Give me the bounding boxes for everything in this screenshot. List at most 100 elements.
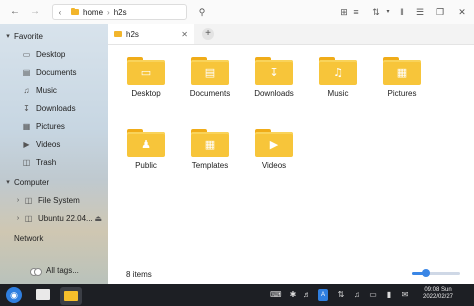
music-icon: ♫: [23, 85, 30, 95]
chevron-down-icon: ▾: [6, 33, 10, 40]
sidebar-group-favorite[interactable]: ▾ Favorite: [0, 28, 108, 44]
chevron-down-icon: ▾: [6, 179, 10, 186]
videos-icon: ▶: [23, 139, 30, 149]
bluetooth-icon[interactable]: ✱: [288, 289, 298, 301]
forward-icon[interactable]: →: [28, 5, 42, 19]
public-folder-icon: ♟: [127, 129, 165, 157]
menu-icon[interactable]: ☰: [414, 5, 426, 19]
input-method-icon[interactable]: A: [318, 289, 328, 301]
all-tags-button[interactable]: All tags...: [30, 266, 79, 276]
documents-folder-icon: ▤: [191, 57, 229, 85]
sidebar-heading: Favorite: [14, 31, 43, 41]
breadcrumb-label: home: [83, 7, 104, 17]
taskbar: ◉ ⌨ ✱ ♬ A ⇅ ♫ ▭ ▮ ✉ 09:08 Sun 2022/02/27: [0, 284, 474, 306]
clock-time: 09:08 Sun: [424, 287, 452, 293]
desktop-icon: ▭: [22, 49, 31, 59]
file-item-documents[interactable]: ▤ Documents: [182, 57, 238, 98]
sidebar-item-documents[interactable]: ▤ Documents: [0, 64, 108, 80]
breadcrumb-label: h2s: [113, 7, 127, 17]
clock[interactable]: 09:08 Sun 2022/02/27: [418, 287, 458, 301]
file-item-label: Desktop: [131, 89, 161, 98]
downloads-folder-icon: ↧: [255, 57, 293, 85]
chevron-left-icon[interactable]: ‹: [53, 8, 67, 17]
notification-icon[interactable]: ✉: [400, 289, 410, 301]
file-item-pictures[interactable]: ▦ Pictures: [374, 57, 430, 98]
drive-icon: ◫: [24, 213, 33, 223]
file-item-desktop[interactable]: ▭ Desktop: [118, 57, 174, 98]
sidebar-item-downloads[interactable]: ↧ Downloads: [0, 100, 108, 116]
keyboard-icon[interactable]: ⌨: [270, 289, 282, 301]
sidebar-item-music[interactable]: ♫ Music: [0, 82, 108, 98]
file-item-label: Pictures: [387, 89, 417, 98]
file-item-label: Music: [327, 89, 349, 98]
file-item-videos[interactable]: ▶ Videos: [246, 129, 302, 170]
display-icon[interactable]: ▭: [368, 289, 378, 301]
file-item-label: Public: [135, 161, 157, 170]
battery-icon[interactable]: ▮: [384, 289, 394, 301]
network-icon[interactable]: ⇅: [336, 289, 346, 301]
clock-date: 2022/02/27: [422, 294, 454, 300]
restore-icon[interactable]: ❐: [434, 5, 446, 19]
volume-icon[interactable]: ♫: [352, 289, 362, 301]
tags-icon: [30, 267, 42, 276]
templates-folder-icon: ▦: [191, 129, 229, 157]
file-item-public[interactable]: ♟ Public: [118, 129, 174, 170]
tab-label: h2s: [126, 29, 139, 39]
file-grid: ▭ Desktop ▤ Documents ↧ Downloads ♫ Musi…: [108, 45, 474, 284]
sort-icon[interactable]: ⇅: [370, 5, 382, 19]
sidebar-heading: Computer: [14, 177, 50, 187]
file-item-music[interactable]: ♫ Music: [310, 57, 366, 98]
sidebar-group-computer[interactable]: ▾ Computer: [0, 174, 108, 190]
breadcrumb-item-h2s[interactable]: h2s: [110, 5, 131, 19]
sidebar-item-label: File System: [38, 195, 80, 205]
chevron-down-icon[interactable]: ▾: [382, 5, 394, 19]
sidebar: ▾ Favorite ▭ Desktop ▤ Documents ♫ Music…: [0, 24, 108, 284]
details-icon[interactable]: ‖: [396, 5, 408, 19]
sidebar-item-label: Downloads: [36, 103, 76, 113]
file-item-label: Downloads: [254, 89, 294, 98]
sidebar-item-label: Trash: [36, 157, 57, 167]
list-view-icon[interactable]: ≡: [350, 5, 362, 19]
tab-bar: h2s ✕ +: [108, 24, 474, 45]
chevron-right-icon[interactable]: ›: [14, 215, 22, 222]
file-item-label: Templates: [191, 161, 229, 170]
show-desktop-icon[interactable]: [36, 289, 50, 300]
icon-view-icon[interactable]: ⊞: [338, 5, 350, 19]
launcher-icon[interactable]: ◉: [6, 287, 22, 303]
zoom-slider[interactable]: [412, 269, 460, 277]
file-item-templates[interactable]: ▦ Templates: [182, 129, 238, 170]
close-icon[interactable]: ✕: [456, 5, 468, 19]
chevron-right-icon[interactable]: ›: [14, 197, 22, 204]
sidebar-item-trash[interactable]: ◫ Trash: [0, 154, 108, 170]
file-item-downloads[interactable]: ↧ Downloads: [246, 57, 302, 98]
sidebar-item-file-system[interactable]: › ◫ File System: [0, 192, 108, 208]
drive-icon: ◫: [24, 195, 33, 205]
sidebar-item-ubuntu[interactable]: › ◫ Ubuntu 22.04... ⏏: [0, 210, 108, 226]
downloads-icon: ↧: [23, 103, 30, 113]
pictures-folder-icon: ▦: [383, 57, 421, 85]
sound-icon[interactable]: ♬: [302, 289, 312, 301]
back-icon[interactable]: ←: [8, 5, 22, 19]
sidebar-item-label: Ubuntu 22.04...: [38, 213, 93, 223]
sidebar-item-label: Pictures: [36, 121, 65, 131]
all-tags-label: All tags...: [46, 266, 79, 275]
breadcrumb: ‹ home › h2s: [52, 4, 187, 20]
close-icon[interactable]: ✕: [181, 30, 188, 39]
sidebar-group-network[interactable]: Network: [0, 230, 108, 246]
sidebar-heading: Network: [14, 233, 44, 243]
search-icon[interactable]: ⚲: [196, 5, 208, 19]
folder-icon: [71, 8, 79, 15]
music-folder-icon: ♫: [319, 57, 357, 85]
item-count: 8 items: [126, 270, 152, 279]
sidebar-item-label: Documents: [36, 67, 77, 77]
sidebar-item-videos[interactable]: ▶ Videos: [0, 136, 108, 152]
tab-h2s[interactable]: h2s ✕: [108, 24, 194, 44]
sidebar-item-pictures[interactable]: ▦ Pictures: [0, 118, 108, 134]
eject-icon[interactable]: ⏏: [94, 214, 102, 223]
add-tab-button[interactable]: +: [202, 28, 214, 40]
breadcrumb-item-home[interactable]: home: [67, 5, 107, 19]
sidebar-item-desktop[interactable]: ▭ Desktop: [0, 46, 108, 62]
videos-folder-icon: ▶: [255, 129, 293, 157]
sidebar-item-label: Videos: [36, 139, 61, 149]
file-manager-app-icon[interactable]: [60, 287, 82, 305]
